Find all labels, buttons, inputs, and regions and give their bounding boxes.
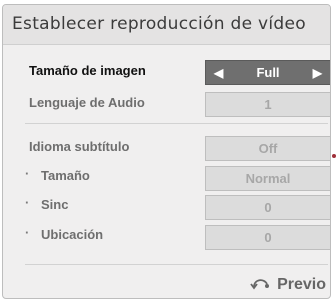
bullet: · bbox=[25, 166, 30, 181]
divider bbox=[25, 123, 328, 124]
subtitle-position-value[interactable]: 0 bbox=[205, 225, 330, 250]
indicator-dot bbox=[332, 154, 336, 158]
video-playback-settings-dialog: Establecer reproducción de vídeo Tamaño … bbox=[2, 4, 331, 299]
subtitle-sync-label: Sinc bbox=[41, 197, 69, 212]
back-button[interactable]: Previo bbox=[249, 274, 326, 295]
arrow-right-icon[interactable]: ▶ bbox=[313, 66, 322, 80]
back-arrow-icon bbox=[249, 274, 271, 295]
subtitle-size-label: Tamaño bbox=[41, 168, 90, 183]
audio-language-value[interactable]: 1 bbox=[205, 92, 330, 117]
arrow-left-icon[interactable]: ◀ bbox=[214, 66, 223, 80]
image-size-value: Full bbox=[256, 65, 280, 80]
back-label: Previo bbox=[277, 275, 326, 293]
bullet: · bbox=[25, 225, 30, 240]
image-size-selector[interactable]: ◀ Full ▶ bbox=[205, 60, 330, 85]
image-size-label: Tamaño de imagen bbox=[29, 63, 146, 78]
bullet: · bbox=[25, 195, 30, 210]
dialog-header: Establecer reproducción de vídeo bbox=[3, 5, 330, 45]
subtitle-size-value[interactable]: Normal bbox=[205, 166, 330, 191]
divider bbox=[25, 264, 328, 265]
subtitle-language-label: Idioma subtítulo bbox=[29, 139, 130, 154]
subtitle-language-value[interactable]: Off bbox=[205, 136, 330, 161]
audio-language-label: Lenguaje de Audio bbox=[29, 95, 145, 110]
dialog-title: Establecer reproducción de vídeo bbox=[12, 14, 306, 34]
subtitle-sync-value[interactable]: 0 bbox=[205, 195, 330, 220]
subtitle-position-label: Ubicación bbox=[41, 227, 104, 242]
